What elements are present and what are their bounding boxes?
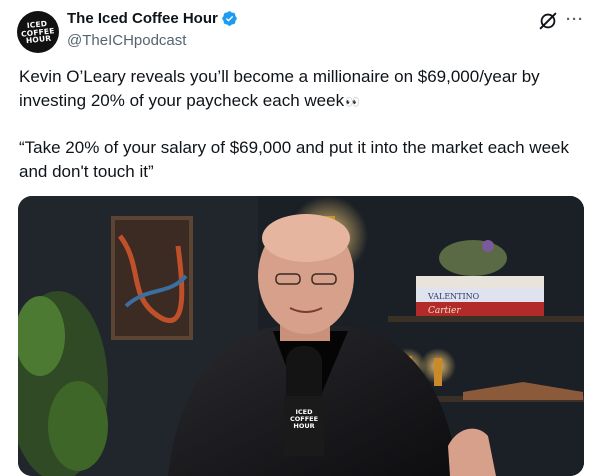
author-handle[interactable]: @TheICHpodcast (67, 32, 186, 49)
book-spine-valentino: VALENTINO (427, 292, 480, 301)
author-avatar[interactable]: ICED COFFEE HOUR (17, 11, 59, 53)
book-spine-cartier: Cartier (428, 306, 461, 316)
tweet-line-1: Kevin O’Leary reveals you’ll become a mi… (19, 67, 540, 110)
more-icon[interactable]: ··· (566, 8, 584, 30)
avatar-logo-text: ICED COFFEE HOUR (20, 18, 56, 46)
video-frame: VALENTINO Cartier ICED COFFEE HOUR (18, 196, 584, 476)
tweet-paragraph-2: “Take 20% of your salary of $69,000 and … (19, 138, 569, 181)
grok-icon[interactable] (537, 10, 559, 32)
eyes-emoji-icon: 👀 (345, 95, 360, 109)
tweet-paragraph-1: Kevin O’Leary reveals you’ll become a mi… (19, 65, 584, 114)
author-display-name[interactable]: The Iced Coffee Hour (67, 10, 218, 27)
tweet-media-video[interactable]: VALENTINO Cartier ICED COFFEE HOUR (18, 196, 584, 476)
tweet-text: Kevin O’Leary reveals you’ll become a mi… (19, 65, 584, 184)
author-name-row[interactable]: The Iced Coffee Hour (67, 10, 238, 27)
verified-badge-icon (222, 11, 237, 26)
